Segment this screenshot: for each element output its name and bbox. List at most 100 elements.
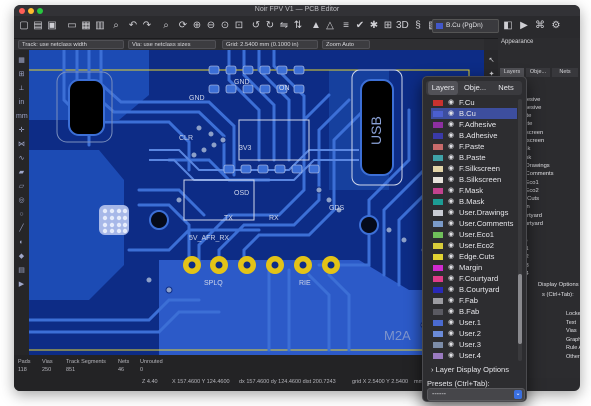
layer-row-f-paste[interactable]: ◉ F.Paste <box>431 141 517 152</box>
lock-icon[interactable]: ▲ <box>310 20 322 32</box>
visibility-eye-icon[interactable]: ◉ <box>445 141 457 152</box>
layer-row-user-2[interactable]: ◉ User.2 <box>431 328 517 339</box>
layer-row-f-adhesive[interactable]: ◉ F.Adhesive <box>431 119 517 130</box>
visibility-eye-icon[interactable]: ◉ <box>445 163 457 174</box>
layer-row-f-mask[interactable]: ◉ F.Mask <box>431 185 517 196</box>
layer-color-swatch[interactable] <box>433 220 443 227</box>
curved-ratsnest-icon[interactable]: ∿ <box>16 154 27 163</box>
netlist-icon[interactable]: ≡ <box>340 20 352 32</box>
search-icon[interactable]: ⌕ <box>160 20 172 32</box>
visibility-eye-icon[interactable]: ◉ <box>445 207 457 218</box>
mirror-icon[interactable]: ⇅ <box>292 20 304 32</box>
layer-color-swatch[interactable] <box>433 187 443 194</box>
track-sketch-icon[interactable]: ╱ <box>16 224 27 233</box>
high-contrast-icon[interactable]: ◐ <box>16 238 27 247</box>
layer-row-user-eco2[interactable]: ◉ User.Eco2 <box>431 240 517 251</box>
layer-color-swatch[interactable] <box>433 352 443 359</box>
unlock-icon[interactable]: △ <box>324 20 336 32</box>
layer-color-swatch[interactable] <box>433 99 443 106</box>
checkbox-graphics[interactable]: Graphics <box>566 336 580 345</box>
layer-color-swatch[interactable] <box>433 143 443 150</box>
zoom-in-icon[interactable]: ⊕ <box>191 20 203 32</box>
layer-color-swatch[interactable] <box>433 264 443 271</box>
visibility-eye-icon[interactable]: ◉ <box>445 185 457 196</box>
page-settings-icon[interactable]: ▭ <box>66 20 78 32</box>
visibility-eye-icon[interactable]: ◉ <box>445 218 457 229</box>
via-size-select[interactable]: Via: use netclass sizes <box>128 40 216 49</box>
pcb-canvas[interactable]: GND GND OSD 5V_AFR_RX SPLQ RIE CLR 3V3 O… <box>29 50 484 355</box>
layer-row-margin[interactable]: ◉ Margin <box>431 262 517 273</box>
layer-color-swatch[interactable] <box>433 110 443 117</box>
find-icon[interactable]: ⌕ <box>110 20 122 32</box>
layer-color-swatch[interactable] <box>433 242 443 249</box>
zoom-out-icon[interactable]: ⊖ <box>205 20 217 32</box>
layer-color-swatch[interactable] <box>433 209 443 216</box>
zoom-select[interactable]: Zoom Auto <box>322 40 370 49</box>
cursor-shape-icon[interactable]: ✛ <box>16 126 27 135</box>
rotate-cw-icon[interactable]: ↻ <box>264 20 276 32</box>
layer-color-swatch[interactable] <box>433 253 443 260</box>
plugin-icon[interactable]: ⚙ <box>550 20 562 32</box>
grid-toggle-icon[interactable]: ⊞ <box>16 70 27 79</box>
units-mm-icon[interactable]: mm <box>16 112 28 121</box>
visibility-eye-icon[interactable]: ◉ <box>445 273 457 284</box>
layer-row-user-3[interactable]: ◉ User.3 <box>431 339 517 350</box>
layer-row-f-cu[interactable]: ◉ F.Cu <box>431 97 517 108</box>
layer-row-user-eco1[interactable]: ◉ User.Eco1 <box>431 229 517 240</box>
bug-icon[interactable]: ✱ <box>368 20 380 32</box>
zoom-area-icon[interactable]: ⊡ <box>233 20 245 32</box>
checkbox-other-items[interactable]: Other It <box>566 353 580 362</box>
layer-pair-icon[interactable]: ◧ <box>502 20 514 32</box>
drc-icon[interactable]: ✔ <box>354 20 366 32</box>
layer-row-user-4[interactable]: ◉ User.4 <box>431 350 517 361</box>
scripting-console-icon[interactable]: ▶ <box>518 20 530 32</box>
print-icon[interactable]: ▦ <box>80 20 92 32</box>
units-inch-icon[interactable]: in <box>16 98 27 107</box>
visibility-eye-icon[interactable]: ◉ <box>445 328 457 339</box>
footprint-icon[interactable]: ⊞ <box>382 20 394 32</box>
popup-scrollbar[interactable] <box>518 99 522 361</box>
layer-row-f-silkscreen[interactable]: ◉ F.Silkscreen <box>431 163 517 174</box>
layer-row-edge-cuts[interactable]: ◉ Edge.Cuts <box>431 251 517 262</box>
script-icon[interactable]: § <box>412 20 424 32</box>
presets-select[interactable]: ------ ⌄ <box>427 388 525 401</box>
3d-viewer-icon[interactable]: 3D <box>396 20 409 32</box>
zone-outline-icon[interactable]: ▱ <box>16 182 27 191</box>
layer-row-user-comments[interactable]: ◉ User.Comments <box>431 218 517 229</box>
redo-icon[interactable]: ↷ <box>141 20 153 32</box>
track-width-select[interactable]: Track: use netclass width <box>18 40 124 49</box>
visibility-eye-icon[interactable]: ◉ <box>445 130 457 141</box>
visibility-eye-icon[interactable]: ◉ <box>445 119 457 130</box>
grid-select[interactable]: Grid: 2.5400 mm (0.1000 in) <box>222 40 318 49</box>
visibility-eye-icon[interactable]: ◉ <box>445 295 457 306</box>
python-icon[interactable]: ⌘ <box>534 20 546 32</box>
open-icon[interactable]: ▤ <box>32 20 44 32</box>
layer-color-swatch[interactable] <box>433 330 443 337</box>
visibility-eye-icon[interactable]: ◉ <box>445 262 457 273</box>
checkbox-vias[interactable]: Vias <box>566 327 580 336</box>
plot-icon[interactable]: ▥ <box>94 20 106 32</box>
layer-row-b-paste[interactable]: ◉ B.Paste <box>431 152 517 163</box>
popup-tab-nets[interactable]: Nets <box>492 81 520 95</box>
popup-tab-objects[interactable]: Obje... <box>460 81 490 95</box>
layer-row-user-drawings[interactable]: ◉ User.Drawings <box>431 207 517 218</box>
pcb-board-view[interactable]: GND GND OSD 5V_AFR_RX SPLQ RIE CLR 3V3 O… <box>29 50 484 355</box>
appearance-tab-nets[interactable]: Nets <box>552 68 578 77</box>
refresh-icon[interactable]: ⟳ <box>177 20 189 32</box>
zone-fill-icon[interactable]: ▰ <box>16 168 27 177</box>
layer-row-b-fab[interactable]: ◉ B.Fab <box>431 306 517 317</box>
layer-row-b-silkscreen[interactable]: ◉ B.Silkscreen <box>431 174 517 185</box>
layer-row-b-mask[interactable]: ◉ B.Mask <box>431 196 517 207</box>
visibility-eye-icon[interactable]: ◉ <box>445 251 457 262</box>
zoom-fit-icon[interactable]: ⊙ <box>219 20 231 32</box>
visibility-eye-icon[interactable]: ◉ <box>445 284 457 295</box>
visibility-eye-icon[interactable]: ◉ <box>445 152 457 163</box>
layer-color-swatch[interactable] <box>433 286 443 293</box>
visibility-eye-icon[interactable]: ◉ <box>445 229 457 240</box>
visibility-eye-icon[interactable]: ◉ <box>445 174 457 185</box>
layer-color-swatch[interactable] <box>433 231 443 238</box>
layer-color-swatch[interactable] <box>433 308 443 315</box>
layer-row-b-cu[interactable]: ◉ B.Cu <box>431 108 517 119</box>
visibility-eye-icon[interactable]: ◉ <box>445 240 457 251</box>
layer-display-options-toggle[interactable]: › Layer Display Options <box>431 365 509 374</box>
